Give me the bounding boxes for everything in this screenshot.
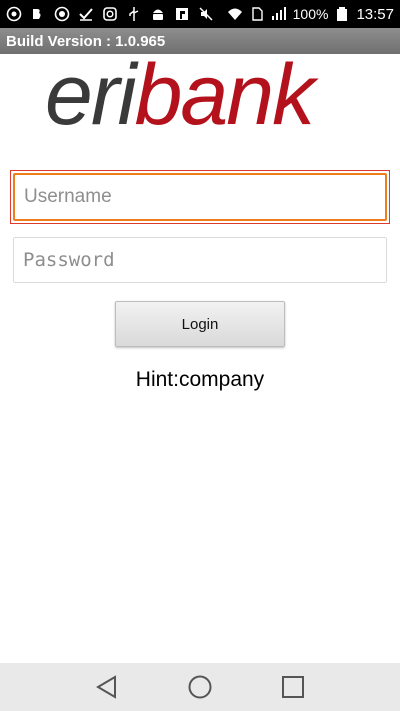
navigation-bar	[0, 663, 400, 711]
logo-eri: eri	[45, 47, 137, 143]
clock: 13:57	[356, 5, 394, 23]
logo-bank: bank	[134, 47, 315, 143]
login-button[interactable]: Login	[115, 301, 285, 347]
password-input[interactable]	[13, 237, 387, 283]
mute-icon	[199, 7, 213, 21]
battery-percent: 100%	[292, 6, 329, 22]
login-screen: 100% 13:57 Build Version : 1.0.965 eriba…	[0, 0, 400, 711]
notification-icons	[6, 6, 214, 22]
recents-button[interactable]	[273, 667, 313, 707]
username-focus-frame	[10, 170, 390, 224]
status-bar: 100% 13:57	[0, 0, 400, 28]
instagram-icon	[103, 7, 117, 21]
usb-icon	[129, 7, 139, 21]
battery-icon	[337, 7, 348, 21]
eribank-logo: eribank	[45, 52, 357, 155]
signal-icon	[271, 7, 286, 20]
app-circle-icon	[6, 6, 22, 22]
hint-text: Hint:company	[135, 368, 265, 391]
username-input[interactable]	[13, 173, 387, 221]
home-icon	[188, 675, 212, 699]
app-eye-icon	[54, 6, 70, 22]
back-icon	[95, 675, 116, 699]
check-mail-icon	[79, 8, 93, 21]
system-icons: 100% 13:57	[227, 6, 394, 23]
recents-icon	[282, 676, 305, 698]
wifi-icon	[227, 8, 242, 20]
app-b-icon	[33, 9, 41, 19]
back-button[interactable]	[87, 667, 127, 707]
flipboard-icon	[176, 8, 188, 20]
android-icon	[153, 9, 163, 20]
home-button[interactable]	[180, 667, 220, 707]
logo-text: eribank	[45, 52, 315, 138]
sim-icon	[251, 7, 263, 21]
